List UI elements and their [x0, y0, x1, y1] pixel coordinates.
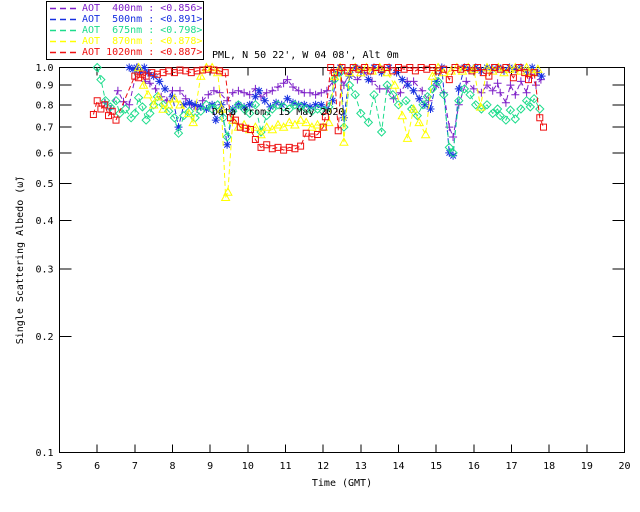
legend-dash-sample-675nm [50, 29, 78, 32]
y-tick-label: 0.5 [35, 179, 53, 190]
x-tick-label: 13 [355, 461, 367, 472]
y-tick-label: 0.1 [35, 448, 53, 459]
y-tick-label: 0.4 [35, 216, 53, 227]
legend-label-870nm: AOT 870nm : <0.878> [82, 36, 203, 47]
legend-item-870nm: AOT 870nm : <0.878> [49, 36, 203, 47]
x-tick-label: 6 [94, 461, 100, 472]
legend-dash-sample-500nm [50, 18, 78, 21]
legend-label-400nm: AOT 400nm : <0.856> [82, 3, 203, 14]
plot-header: PML, N 50 22', W 04 08', Alt 0m Data fro… [212, 8, 399, 160]
x-tick-label: 8 [169, 461, 175, 472]
x-tick-label: 12 [317, 461, 329, 472]
legend-box: AOT 400nm : <0.856> AOT 500nm : <0.891> AO… [46, 1, 204, 60]
x-tick-label: 9 [207, 461, 213, 472]
x-tick-label: 18 [543, 461, 555, 472]
x-tick-label: 19 [581, 461, 593, 472]
x-tick-label: 17 [505, 461, 517, 472]
y-tick-label: 0.9 [35, 81, 53, 92]
y-tick-label: 0.3 [35, 264, 53, 275]
station-location-text: PML, N 50 22', W 04 08', Alt 0m [212, 50, 399, 61]
x-tick-label: 20 [618, 461, 630, 472]
x-tick-label: 16 [468, 461, 480, 472]
legend-label-500nm: AOT 500nm : <0.891> [82, 14, 203, 25]
y-tick-label: 1.0 [35, 63, 53, 74]
legend-item-675nm: AOT 675nm : <0.798> [49, 25, 203, 36]
y-tick-label: 0.2 [35, 332, 53, 343]
ssa-plot-window: 5 6 7 8 9 10 11 12 13 14 15 16 17 18 19 20 Time (GMT) 0.1… [0, 0, 640, 512]
y-tick-label: 0.8 [35, 100, 53, 111]
y-tick-label: 0.7 [35, 123, 53, 134]
legend-label-1020nm: AOT 1020nm : <0.887> [82, 47, 203, 58]
legend-item-500nm: AOT 500nm : <0.891> [49, 14, 203, 25]
x-tick-label: 15 [430, 461, 442, 472]
y-tick-label: 0.6 [35, 148, 53, 159]
legend-dash-sample-400nm [50, 7, 78, 10]
x-tick-label: 5 [56, 461, 62, 472]
x-axis-label: Time (GMT) [312, 478, 372, 489]
x-tick-label: 11 [279, 461, 291, 472]
x-tick-label: 14 [392, 461, 404, 472]
x-tick-label: 10 [242, 461, 254, 472]
legend-dash-sample-1020nm [50, 51, 78, 54]
data-date-text: Data from: 15 May 2020 [212, 107, 345, 118]
legend-item-400nm: AOT 400nm : <0.856> [49, 3, 203, 14]
legend-dash-sample-870nm [50, 40, 78, 43]
y-axis-label: Single Scattering Albedo (ω̃) [14, 176, 26, 345]
legend-item-1020nm: AOT 1020nm : <0.887> [49, 47, 203, 58]
legend-label-675nm: AOT 675nm : <0.798> [82, 25, 203, 36]
x-tick-label: 7 [132, 461, 138, 472]
